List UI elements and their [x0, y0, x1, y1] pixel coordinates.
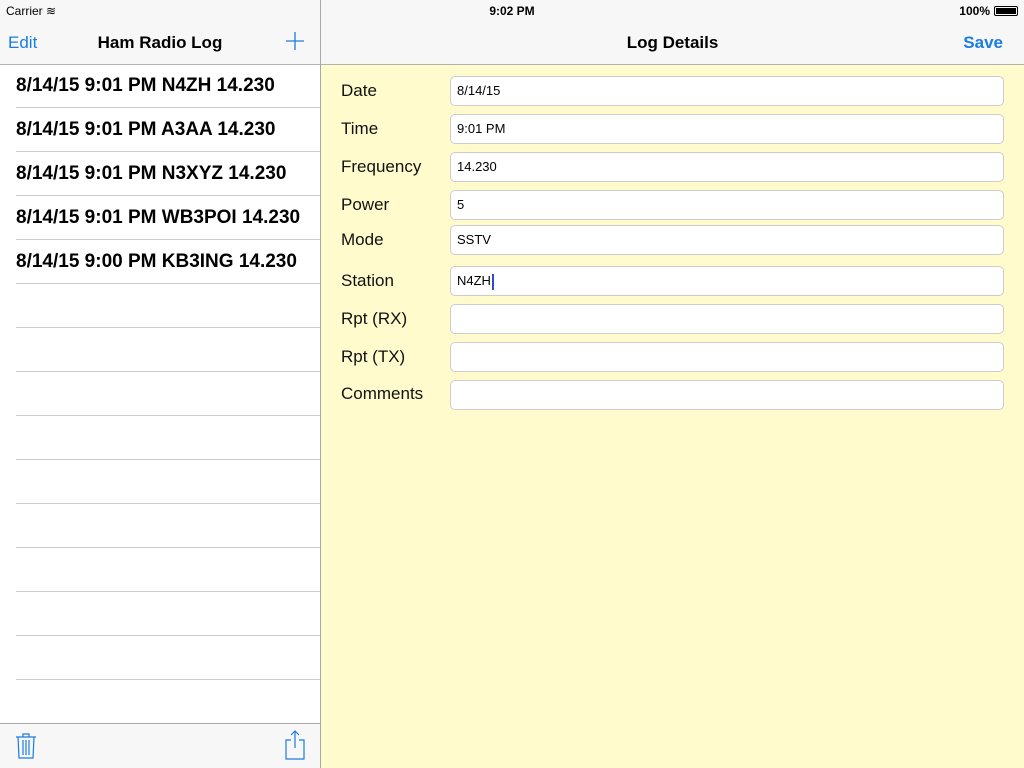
battery-status: 100% — [959, 4, 1018, 18]
mode-label: Mode — [341, 230, 384, 249]
station-label: Station — [341, 271, 394, 290]
text-cursor — [491, 273, 494, 290]
date-label: Date — [341, 81, 377, 100]
list-item[interactable]: 8/14/15 9:01 PM N3XYZ 14.230 — [16, 152, 320, 196]
list-item[interactable]: 8/14/15 9:00 PM KB3ING 14.230 — [16, 240, 320, 284]
empty-row — [16, 548, 320, 592]
list-item[interactable]: 8/14/15 9:01 PM N4ZH 14.230 — [16, 64, 320, 108]
frequency-label: Frequency — [341, 157, 422, 176]
plus-icon[interactable] — [286, 32, 304, 50]
share-icon[interactable] — [284, 730, 306, 760]
empty-row — [16, 372, 320, 416]
master-title: Ham Radio Log — [97, 33, 223, 52]
list-item[interactable]: 8/14/15 9:01 PM WB3POI 14.230 — [16, 196, 320, 240]
clock: 9:02 PM — [489, 4, 535, 18]
battery-icon — [994, 6, 1018, 16]
detail-panel: Log Details Save Date 8/14/15 Time 9:01 … — [321, 0, 1024, 768]
comments-label: Comments — [341, 384, 424, 403]
empty-row — [16, 504, 320, 548]
empty-row — [16, 592, 320, 636]
empty-row — [16, 680, 320, 724]
power-label: Power — [341, 195, 390, 214]
rpt-rx-label: Rpt (RX) — [341, 309, 408, 328]
power-field[interactable]: 5 — [450, 190, 1004, 220]
time-field[interactable]: 9:01 PM — [450, 114, 1004, 144]
save-button[interactable]: Save — [963, 33, 1003, 53]
rpt-tx-field[interactable] — [450, 342, 1004, 372]
list-item[interactable]: 8/14/15 9:01 PM A3AA 14.230 — [16, 108, 320, 152]
battery-percent: 100% — [959, 4, 990, 18]
master-panel: Edit Ham Radio Log 8/14/15 9:01 PM N4ZH … — [0, 0, 320, 768]
rpt-tx-label: Rpt (TX) — [341, 347, 406, 366]
mode-field[interactable]: SSTV — [450, 225, 1004, 255]
empty-row — [16, 328, 320, 372]
detail-title: Log Details — [626, 33, 719, 52]
comments-field[interactable] — [450, 380, 1004, 410]
empty-row — [16, 636, 320, 680]
trash-icon[interactable] — [15, 733, 37, 759]
empty-row — [16, 284, 320, 328]
rpt-rx-field[interactable] — [450, 304, 1004, 334]
status-bar: Carrier ≋ 9:02 PM 100% — [0, 0, 1024, 20]
time-label: Time — [341, 119, 379, 138]
frequency-field[interactable]: 14.230 — [450, 152, 1004, 182]
station-value: N4ZH — [457, 273, 491, 288]
station-field[interactable]: N4ZH — [450, 266, 1004, 296]
empty-row — [16, 416, 320, 460]
date-field[interactable]: 8/14/15 — [450, 76, 1004, 106]
empty-row — [16, 460, 320, 504]
master-toolbar — [0, 723, 320, 768]
